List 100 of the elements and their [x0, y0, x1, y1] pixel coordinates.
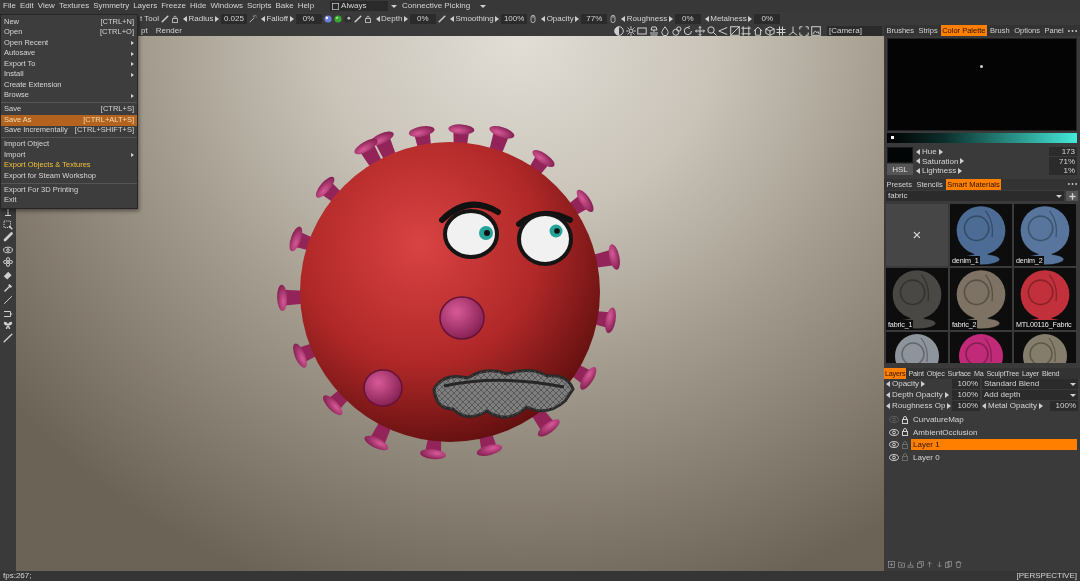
- home-icon[interactable]: [753, 25, 764, 36]
- expand-icon[interactable]: [799, 25, 810, 36]
- caret-icon[interactable]: [1070, 382, 1076, 386]
- pipette-icon[interactable]: [3, 282, 13, 293]
- blend-mode-dropdown[interactable]: Standard Blend: [982, 379, 1078, 389]
- value-field[interactable]: 0.025: [220, 13, 247, 24]
- value-field[interactable]: 100%: [952, 379, 980, 389]
- right-arrow-icon[interactable]: [748, 15, 753, 22]
- pen-icon[interactable]: [3, 332, 13, 343]
- menu-item[interactable]: Freeze: [159, 1, 189, 11]
- left-arrow-icon[interactable]: [982, 403, 986, 409]
- sphere-icon[interactable]: [323, 14, 332, 23]
- value-field[interactable]: 0%: [754, 13, 781, 24]
- pencil-icon[interactable]: [161, 14, 169, 23]
- lock-icon[interactable]: [902, 415, 908, 424]
- right-arrow-icon[interactable]: [668, 15, 673, 22]
- axes-icon[interactable]: [787, 25, 798, 36]
- right-arrow-icon[interactable]: [495, 15, 500, 22]
- layer-item[interactable]: AmbientOcclusion: [911, 426, 1077, 438]
- merge-icon[interactable]: [907, 561, 914, 568]
- lock-icon[interactable]: [363, 14, 372, 23]
- zoom-icon[interactable]: [706, 25, 717, 36]
- drop-icon[interactable]: [660, 25, 671, 36]
- pencil-icon[interactable]: [353, 14, 362, 23]
- add-button[interactable]: [1066, 191, 1078, 201]
- new-layer-icon[interactable]: [888, 561, 895, 568]
- value-field[interactable]: 100%: [952, 390, 980, 400]
- mouse-icon[interactable]: [529, 14, 538, 23]
- lamp-icon[interactable]: [648, 25, 659, 36]
- right-arrow-icon[interactable]: [921, 381, 926, 387]
- caret-icon[interactable]: [1056, 194, 1062, 198]
- eraser-icon[interactable]: [3, 269, 13, 280]
- menu-item[interactable]: Textures: [56, 1, 92, 11]
- left-arrow-icon[interactable]: [704, 15, 709, 22]
- slider-thumb[interactable]: [890, 136, 894, 139]
- menu-item[interactable]: Layers: [131, 1, 160, 11]
- color-field[interactable]: [887, 38, 1077, 131]
- value-field[interactable]: 100%: [952, 401, 980, 411]
- image-icon[interactable]: [811, 25, 821, 36]
- sun-icon[interactable]: [625, 25, 636, 36]
- value-field[interactable]: 100%: [501, 13, 528, 24]
- value-field[interactable]: 0%: [409, 13, 436, 24]
- menu-item[interactable]: Edit: [17, 1, 36, 11]
- left-arrow-icon[interactable]: [621, 15, 626, 22]
- right-arrow-icon[interactable]: [403, 15, 408, 22]
- sphere-icon[interactable]: [343, 14, 352, 23]
- move-icon[interactable]: [695, 25, 706, 36]
- always-dropdown[interactable]: Always: [330, 1, 389, 11]
- frame-icon[interactable]: [729, 25, 740, 36]
- up-arrow-icon[interactable]: [926, 561, 933, 568]
- value-field[interactable]: 173: [1049, 147, 1077, 157]
- value-field[interactable]: 0%: [295, 13, 322, 24]
- menu-item[interactable]: View: [35, 1, 57, 11]
- right-arrow-icon[interactable]: [938, 148, 943, 155]
- right-arrow-icon[interactable]: [1038, 403, 1043, 409]
- right-arrow-icon[interactable]: [575, 15, 580, 22]
- menu-item[interactable]: Windows: [208, 1, 245, 11]
- left-arrow-icon[interactable]: [375, 15, 380, 22]
- left-arrow-icon[interactable]: [260, 15, 265, 22]
- tab[interactable]: pt: [141, 25, 148, 36]
- clear-button[interactable]: ×: [886, 203, 948, 266]
- butterfly-icon[interactable]: [3, 320, 13, 331]
- lock-icon[interactable]: [902, 428, 908, 437]
- brush-icon[interactable]: [3, 232, 13, 243]
- left-arrow-icon[interactable]: [183, 15, 187, 22]
- more-icon[interactable]: [1068, 29, 1077, 32]
- line-icon[interactable]: [3, 295, 13, 306]
- rectangle-icon[interactable]: [637, 25, 648, 36]
- tab[interactable]: Render: [155, 25, 182, 36]
- value-field[interactable]: 77%: [581, 13, 608, 24]
- blend-mode-dropdown[interactable]: Add depth: [982, 390, 1078, 400]
- eye-icon[interactable]: [3, 244, 13, 255]
- circles-icon[interactable]: [671, 25, 682, 36]
- angle-icon[interactable]: [718, 25, 729, 36]
- picking-dropdown[interactable]: Connective Picking: [400, 1, 489, 11]
- value-field[interactable]: 0%: [674, 13, 701, 24]
- wand-icon[interactable]: [248, 14, 257, 23]
- value-field[interactable]: 1%: [1049, 166, 1077, 176]
- camera-dropdown[interactable]: [Camera]: [827, 25, 882, 36]
- left-arrow-icon[interactable]: [541, 15, 546, 22]
- caret-icon[interactable]: [480, 4, 487, 8]
- menu-item[interactable]: Hide: [188, 1, 209, 11]
- flower-icon[interactable]: [3, 257, 13, 268]
- mouse-icon[interactable]: [609, 14, 618, 23]
- menu-item[interactable]: File: [1, 1, 18, 11]
- layer-item[interactable]: Layer 1: [911, 439, 1077, 451]
- sphere-icon[interactable]: [333, 14, 342, 23]
- caret-icon[interactable]: [1070, 393, 1076, 397]
- trash-icon[interactable]: [954, 561, 962, 568]
- caret-icon[interactable]: [391, 4, 398, 8]
- folder-icon[interactable]: [897, 561, 905, 568]
- select-icon[interactable]: [3, 219, 13, 230]
- hsl-button[interactable]: HSL: [887, 164, 913, 175]
- menu-item[interactable]: Scripts: [244, 1, 274, 11]
- down-arrow-icon[interactable]: [935, 561, 943, 568]
- contrast-icon[interactable]: [613, 25, 624, 36]
- filter-dropdown[interactable]: fabric: [886, 191, 1064, 201]
- menu-item[interactable]: Symmetry: [91, 1, 132, 11]
- lightness-slider[interactable]: [887, 133, 1077, 143]
- duplicate-icon[interactable]: [945, 561, 952, 568]
